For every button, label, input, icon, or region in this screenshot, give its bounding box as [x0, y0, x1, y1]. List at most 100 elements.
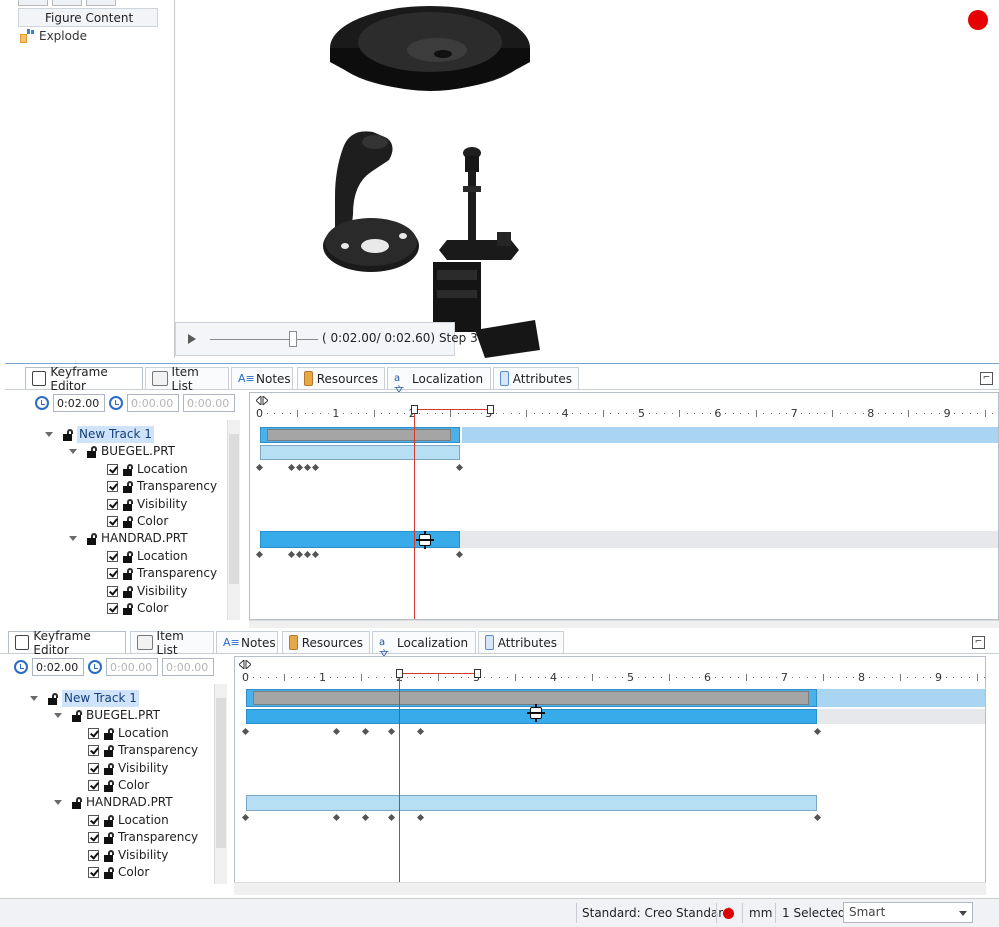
track-bar-extension[interactable]: [817, 689, 985, 707]
property-checkbox[interactable]: [88, 745, 99, 756]
tree-row-property[interactable]: Color: [88, 777, 149, 794]
tree-row-part[interactable]: HANDRAD.PRT: [54, 794, 173, 811]
standard-status[interactable]: Standard: Creo Standard: [582, 904, 731, 922]
end-time-input[interactable]: [162, 658, 214, 676]
property-checkbox[interactable]: [107, 603, 118, 614]
keyframe-diamond[interactable]: [287, 550, 296, 559]
expand-arrow-icon[interactable]: [45, 432, 53, 437]
track-name[interactable]: New Track 1: [62, 690, 139, 707]
tab-keyframe-editor[interactable]: Keyframe Editor: [25, 365, 143, 393]
part-name[interactable]: HANDRAD.PRT: [86, 794, 173, 811]
tree-row-track[interactable]: New Track 1: [30, 690, 139, 707]
property-checkbox[interactable]: [107, 499, 118, 510]
units-status[interactable]: mm: [749, 904, 772, 922]
tab-resources[interactable]: Resources: [297, 367, 385, 389]
keyframe-diamond[interactable]: [416, 727, 425, 736]
keyframe-diamond[interactable]: [455, 550, 464, 559]
keyframe-diamond[interactable]: [241, 727, 250, 736]
property-checkbox[interactable]: [88, 850, 99, 861]
tree-row-property[interactable]: Color: [107, 600, 168, 617]
expand-arrow-icon[interactable]: [54, 713, 62, 718]
timeline-ruler[interactable]: 0123456789: [250, 393, 998, 421]
property-checkbox[interactable]: [107, 568, 118, 579]
property-checkbox[interactable]: [88, 815, 99, 826]
chevron-down-icon[interactable]: [959, 911, 967, 916]
tree-row-part[interactable]: HANDRAD.PRT: [69, 530, 188, 547]
part-bar-handrad[interactable]: [246, 795, 817, 811]
tree-row-part[interactable]: BUEGEL.PRT: [69, 443, 175, 460]
start-time-clock-icon[interactable]: [88, 660, 102, 674]
keyframe-diamond[interactable]: [813, 813, 822, 822]
keyframe-timeline[interactable]: 0123456789: [234, 656, 986, 884]
range-marker-icon[interactable]: [256, 396, 268, 405]
tree-row-property[interactable]: Location: [88, 725, 169, 742]
figure-tab-2[interactable]: [52, 0, 82, 6]
figure-tab-3[interactable]: [86, 0, 116, 6]
keyframe-diamond[interactable]: [295, 463, 304, 472]
play-icon[interactable]: [188, 334, 196, 344]
tab-localization[interactable]: a文 Localization: [372, 631, 476, 661]
tab-notes[interactable]: A≡ Notes: [231, 367, 293, 389]
tab-localization[interactable]: a文 Localization: [387, 367, 491, 397]
current-time-line[interactable]: [399, 675, 400, 883]
current-time-line[interactable]: [414, 411, 415, 619]
keyframe-diamond[interactable]: [287, 463, 296, 472]
keyframe-diamond[interactable]: [311, 550, 320, 559]
tree-row-property[interactable]: Visibility: [88, 760, 168, 777]
property-checkbox[interactable]: [107, 464, 118, 475]
expand-arrow-icon[interactable]: [69, 536, 77, 541]
current-time-input[interactable]: [53, 394, 105, 412]
track-bar-extension[interactable]: [462, 427, 998, 443]
playback-slider-handle[interactable]: [289, 331, 298, 347]
status-dot-icon[interactable]: [723, 908, 734, 919]
start-time-input[interactable]: [106, 658, 158, 676]
model-viewport[interactable]: [175, 0, 999, 358]
keyframe-diamond[interactable]: [255, 550, 264, 559]
tree-row-property[interactable]: Color: [107, 513, 168, 530]
keyframe-diamond[interactable]: [416, 813, 425, 822]
keyframe-diamond[interactable]: [295, 550, 304, 559]
end-time-handle[interactable]: [487, 405, 494, 414]
keyframe-diamond[interactable]: [387, 813, 396, 822]
figure-tab-1[interactable]: [18, 0, 48, 6]
property-checkbox[interactable]: [88, 728, 99, 739]
tree-row-property[interactable]: Transparency: [88, 742, 198, 759]
maximize-icon[interactable]: ⌐: [980, 372, 993, 385]
keyframe-diamond[interactable]: [332, 727, 341, 736]
expand-arrow-icon[interactable]: [30, 696, 38, 701]
tree-row-property[interactable]: Location: [107, 548, 188, 565]
keyframe-diamond[interactable]: [332, 813, 341, 822]
current-time-clock-icon[interactable]: [35, 396, 49, 410]
property-checkbox[interactable]: [88, 832, 99, 843]
track-bar-inner[interactable]: [267, 429, 451, 441]
timeline-ruler[interactable]: 0123456789: [235, 657, 985, 685]
current-time-handle[interactable]: [411, 405, 418, 414]
range-marker-icon[interactable]: [239, 660, 251, 669]
tab-attributes[interactable]: Attributes: [478, 631, 564, 653]
property-checkbox[interactable]: [107, 481, 118, 492]
tree-scrollbar-thumb[interactable]: [216, 698, 226, 848]
property-checkbox[interactable]: [88, 867, 99, 878]
property-checkbox[interactable]: [88, 780, 99, 791]
tree-row-track[interactable]: New Track 1: [45, 426, 154, 443]
tree-row-property[interactable]: Visibility: [88, 847, 168, 864]
keyframe-diamond[interactable]: [303, 463, 312, 472]
current-time-input[interactable]: [32, 658, 84, 676]
start-time-clock-icon[interactable]: [109, 396, 123, 410]
tree-scrollbar-thumb[interactable]: [229, 434, 239, 584]
start-time-input[interactable]: [127, 394, 179, 412]
expand-arrow-icon[interactable]: [54, 800, 62, 805]
keyframe-diamond[interactable]: [311, 463, 320, 472]
keyframe-diamond[interactable]: [813, 727, 822, 736]
exploded-assembly-model[interactable]: [175, 0, 999, 358]
part-bar-buegel[interactable]: [260, 445, 460, 460]
track-bar-inner[interactable]: [253, 691, 809, 705]
tree-row-property[interactable]: Transparency: [88, 829, 198, 846]
maximize-icon[interactable]: ⌐: [972, 636, 985, 649]
tree-row-property[interactable]: Color: [88, 864, 149, 881]
property-checkbox[interactable]: [88, 763, 99, 774]
end-time-input[interactable]: [183, 394, 235, 412]
keyframe-diamond[interactable]: [303, 550, 312, 559]
keyframe-diamond[interactable]: [361, 813, 370, 822]
keyframe-diamond[interactable]: [361, 727, 370, 736]
